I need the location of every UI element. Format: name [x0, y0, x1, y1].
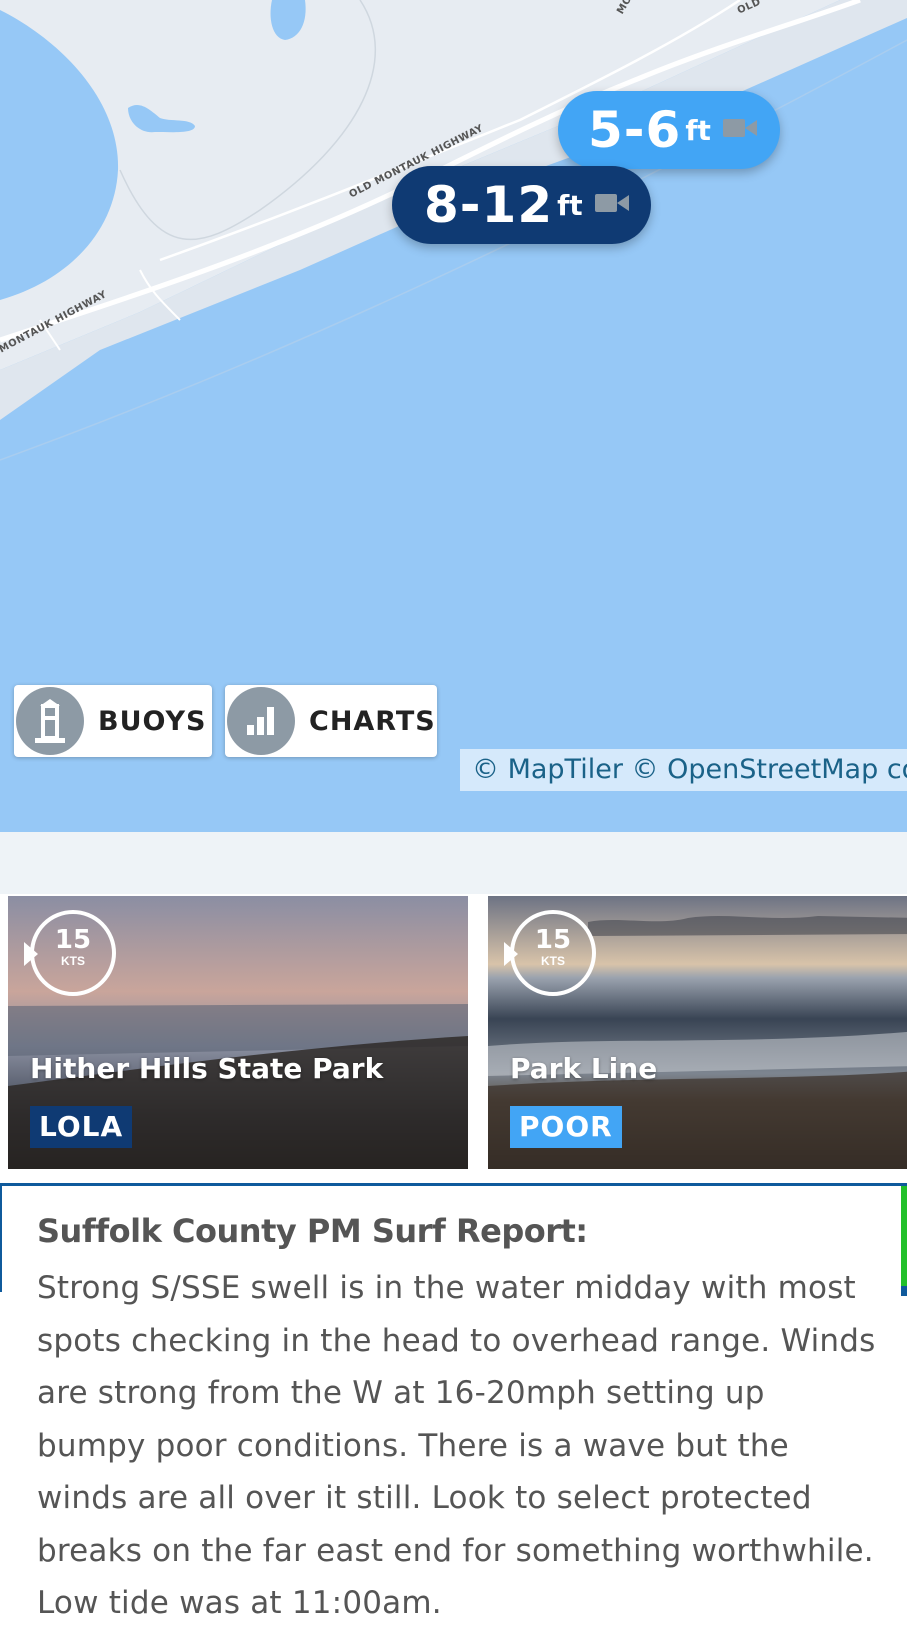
surf-rating-badge: LOLA: [30, 1106, 133, 1148]
surf-report: Suffolk County PM Surf Report: Strong S/…: [0, 1183, 907, 1627]
surf-map[interactable]: OLD MONTAUK HIGHWAY MONTAUK HIGHWAY MO O…: [0, 0, 907, 832]
report-title: Suffolk County PM Surf Report:: [37, 1212, 588, 1250]
report-border: [0, 1186, 2, 1292]
wave-height: 8-12: [424, 176, 554, 234]
charts-button[interactable]: CHARTS: [225, 685, 437, 757]
buoys-button[interactable]: BUOYS: [14, 685, 212, 757]
wave-unit: ft: [685, 113, 711, 147]
spot-name: Hither Hills State Park: [30, 1052, 384, 1085]
wind-direction-icon: [24, 942, 38, 966]
camera-icon: [722, 117, 757, 143]
charts-label: CHARTS: [309, 705, 436, 737]
wind-speed: 15: [54, 925, 92, 955]
surf-cam-card[interactable]: 15 KTS Hither Hills State Park LOLA: [8, 896, 468, 1169]
camera-icon: [594, 192, 629, 218]
surf-rating-badge: POOR: [510, 1106, 622, 1148]
section-spacer: [0, 832, 907, 894]
surf-height-marker[interactable]: 8-12 ft: [392, 166, 651, 244]
report-body: Strong S/SSE swell is in the water midda…: [37, 1270, 876, 1621]
wind-unit: KTS: [61, 954, 85, 968]
wind-unit: KTS: [541, 954, 565, 968]
map-attribution[interactable]: © MapTiler © OpenStreetMap co: [460, 749, 907, 791]
wind-speed-indicator: 15 KTS: [504, 910, 596, 996]
wind-speed-indicator: 15 KTS: [24, 910, 116, 996]
wave-unit: ft: [557, 188, 583, 222]
report-border: [901, 1286, 907, 1296]
buoys-label: BUOYS: [98, 705, 207, 737]
report-border: [901, 1186, 907, 1286]
wind-direction-icon: [504, 942, 518, 966]
surf-height-marker[interactable]: 5-6 ft: [558, 91, 780, 169]
spot-name: Park Line: [510, 1052, 658, 1085]
wind-speed: 15: [534, 925, 572, 955]
surf-cam-card[interactable]: 15 KTS Park Line POOR: [488, 896, 907, 1169]
bar-chart-icon: [227, 687, 295, 755]
wave-height: 5-6: [588, 101, 682, 159]
lighthouse-icon: [16, 687, 84, 755]
